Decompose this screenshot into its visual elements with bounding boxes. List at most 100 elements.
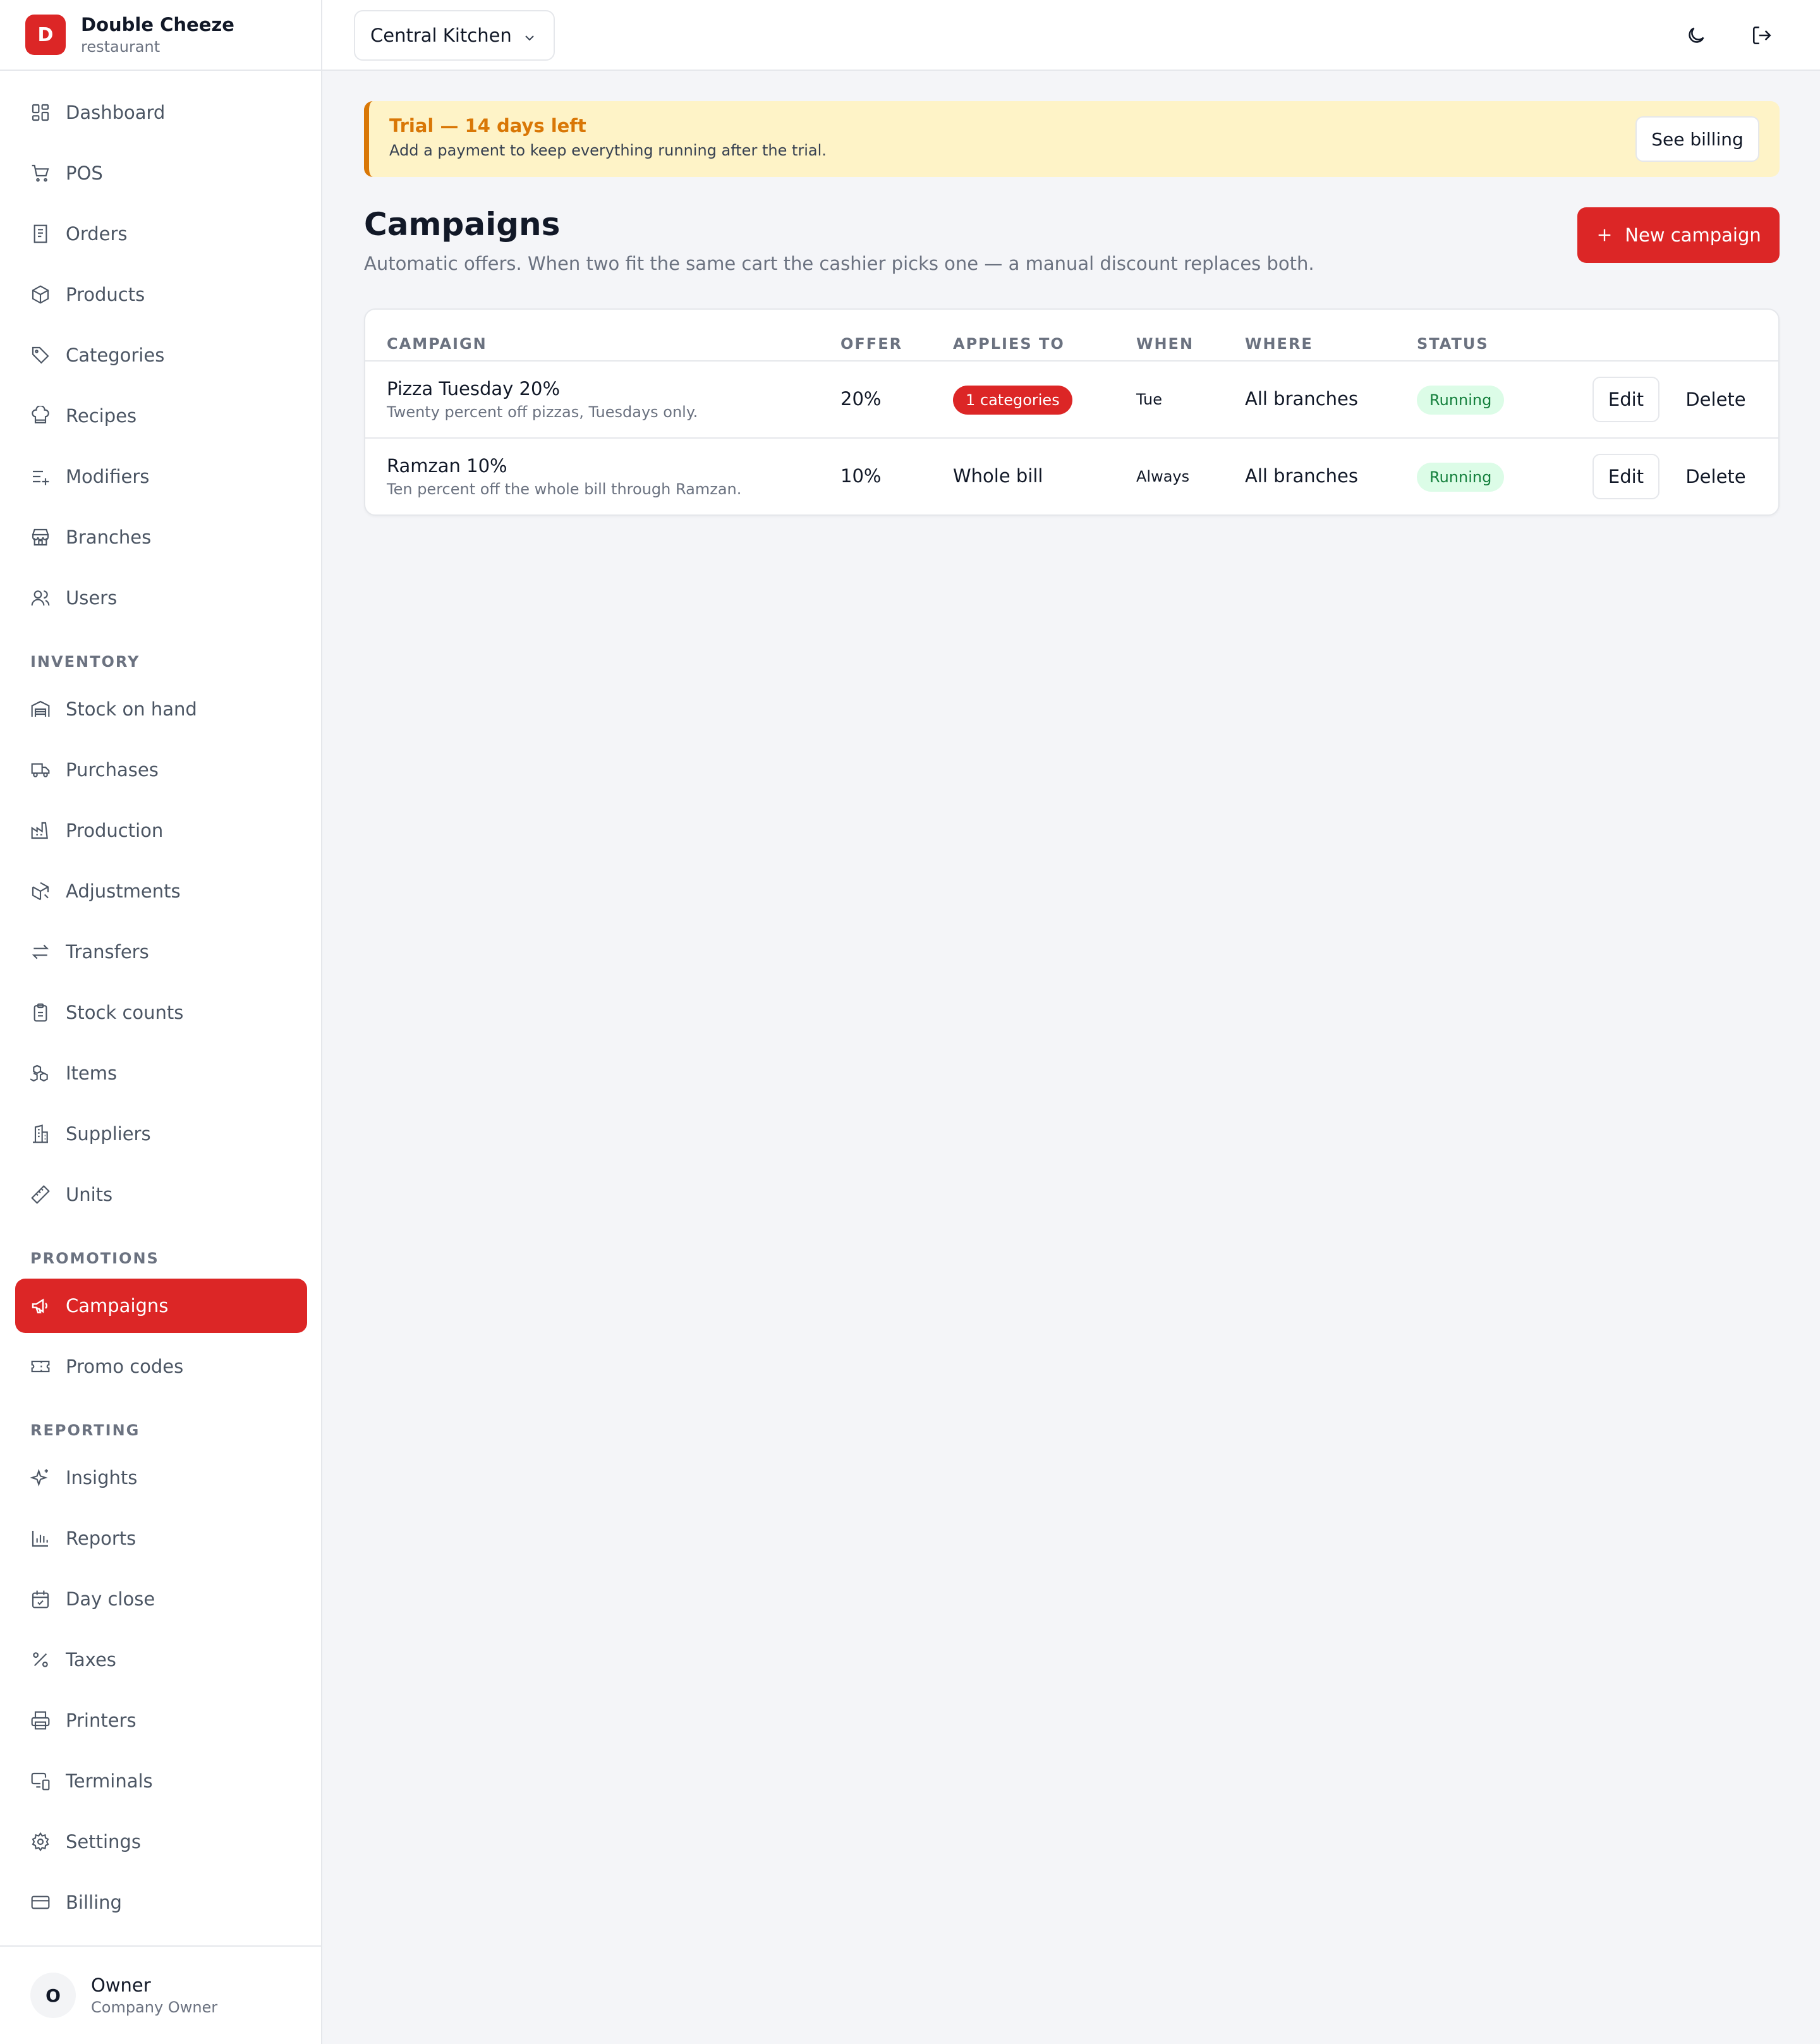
sidebar-item-purchases[interactable]: Purchases [15,743,307,797]
dashboard-icon [32,104,49,121]
campaign-name: Ramzan 10% [387,455,507,477]
sidebar-item-reports[interactable]: Reports [15,1511,307,1566]
arrows-transfer-icon [32,944,49,959]
gear-icon [32,1832,49,1852]
edit-button[interactable]: Edit [1592,377,1659,422]
brand-name: Double Cheeze [81,14,234,35]
brand-logo: D [25,15,66,55]
section-label-promotions: PROMOTIONS [30,1250,159,1267]
user-profile[interactable]: O Owner Company Owner [0,1945,321,2044]
cart-icon [32,164,49,182]
sidebar-item-label: POS [66,162,103,184]
sidebar-item-modifiers[interactable]: Modifiers [15,449,307,504]
campaign-description: Ten percent off the whole bill through R… [387,480,742,498]
ruler-icon [31,1185,50,1204]
bar-chart-icon [32,1531,48,1547]
sidebar-item-settings[interactable]: Settings [15,1815,307,1869]
truck-icon [31,763,50,777]
trial-title: Trial — 14 days left [389,115,586,137]
receipt-icon [33,224,47,243]
users-icon [31,590,50,606]
sidebar-item-day-close[interactable]: Day close [15,1572,307,1626]
plus-icon [1598,229,1611,241]
status-badge: Running [1417,386,1505,415]
boxes-icon [30,1064,48,1082]
table-row: Pizza Tuesday 20% Twenty percent off piz… [365,360,1778,437]
sidebar-item-taxes[interactable]: Taxes [15,1633,307,1687]
column-header-applies-to: APPLIES TO [953,335,1065,353]
brand[interactable]: D Double Cheeze restaurant [0,0,321,71]
sidebar-item-products[interactable]: Products [15,267,307,322]
credit-card-icon [31,1895,50,1909]
sidebar-item-production[interactable]: Production [15,803,307,858]
sidebar-item-items[interactable]: Items [15,1046,307,1100]
sidebar-item-categories[interactable]: Categories [15,328,307,382]
sidebar-item-adjustments[interactable]: Adjustments [15,864,307,918]
theme-toggle-button[interactable] [1677,16,1715,54]
new-campaign-button[interactable]: New campaign [1577,207,1780,263]
sidebar-item-label: Products [66,284,145,305]
sidebar-item-label: Dashboard [66,102,166,123]
campaign-offer: 20% [840,388,882,410]
sidebar-item-stock-on-hand[interactable]: Stock on hand [15,682,307,736]
list-plus-icon [33,470,49,485]
sidebar-item-label: Insights [66,1467,138,1488]
branch-select[interactable]: Central Kitchen [354,10,555,61]
ticket-icon [31,1360,50,1373]
sidebar-item-terminals[interactable]: Terminals [15,1754,307,1808]
sidebar-item-campaigns[interactable]: Campaigns [15,1279,307,1333]
sidebar-item-label: Day close [66,1588,155,1610]
trial-subtitle: Add a payment to keep everything running… [389,142,827,159]
sidebar-item-branches[interactable]: Branches [15,510,307,564]
sidebar-item-recipes[interactable]: Recipes [15,389,307,443]
sidebar-item-billing[interactable]: Billing [15,1875,307,1930]
page-title: Campaigns [364,206,561,243]
edit-button[interactable]: Edit [1592,454,1659,499]
warehouse-icon [31,700,50,717]
sidebar-item-pos[interactable]: POS [15,146,307,200]
sidebar-item-label: Billing [66,1892,122,1913]
sidebar-item-units[interactable]: Units [15,1167,307,1222]
campaign-when: Always [1136,468,1190,485]
sidebar-item-transfers[interactable]: Transfers [15,925,307,979]
campaign-offer: 10% [840,465,882,487]
section-label-reporting: REPORTING [30,1421,140,1439]
campaign-description: Twenty percent off pizzas, Tuesdays only… [387,403,698,421]
store-icon [32,528,49,546]
see-billing-button[interactable]: See billing [1635,116,1759,162]
column-header-offer: OFFER [840,335,903,353]
sidebar-item-label: Taxes [66,1649,116,1670]
new-campaign-label: New campaign [1625,224,1761,246]
sidebar-item-label: Terminals [66,1770,153,1792]
clipboard-icon [33,1003,47,1022]
sidebar-item-promo-codes[interactable]: Promo codes [15,1339,307,1394]
sidebar-item-label: Items [66,1062,118,1084]
tag-icon [32,346,49,364]
sidebar-item-insights[interactable]: Insights [15,1451,307,1505]
user-role: Company Owner [91,1998,218,2016]
campaign-where: All branches [1245,465,1358,487]
sidebar-item-label: Production [66,820,164,841]
avatar: O [30,1973,76,2018]
delete-button[interactable]: Delete [1675,377,1757,422]
campaigns-table: CAMPAIGN OFFER APPLIES TO WHEN WHERE STA… [364,308,1780,516]
sidebar-item-label: Promo codes [66,1356,184,1377]
package-icon [32,285,49,304]
logout-button[interactable] [1743,16,1781,54]
moon-icon [1689,27,1704,43]
delete-button[interactable]: Delete [1675,454,1757,499]
sidebar-item-printers[interactable]: Printers [15,1693,307,1748]
sidebar-item-dashboard[interactable]: Dashboard [15,85,307,140]
sidebar-item-stock-counts[interactable]: Stock counts [15,985,307,1040]
sidebar-item-label: Campaigns [66,1295,169,1317]
column-header-status: STATUS [1417,335,1489,353]
chevron-down-icon [525,35,534,41]
sidebar-item-suppliers[interactable]: Suppliers [15,1107,307,1161]
chef-hat-icon [32,406,49,423]
sidebar-item-label: Suppliers [66,1123,151,1145]
sidebar-item-label: Adjustments [66,880,181,902]
sidebar-item-users[interactable]: Users [15,571,307,625]
section-label-inventory: INVENTORY [30,653,140,671]
sidebar-item-orders[interactable]: Orders [15,207,307,261]
sidebar-item-label: Printers [66,1710,136,1731]
